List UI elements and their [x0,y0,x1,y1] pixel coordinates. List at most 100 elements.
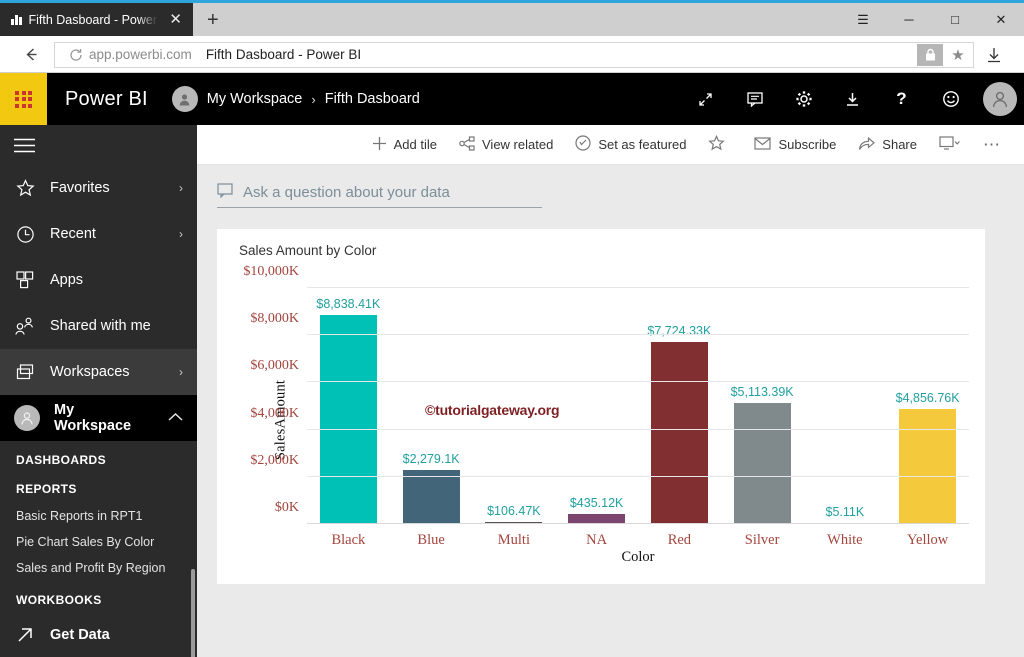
powerbi-header: Power BI My Workspace › Fifth Dasboard [0,73,1024,125]
settings-gear-icon[interactable] [779,73,828,125]
display-options-button[interactable] [928,125,972,165]
add-tile-button[interactable]: Add tile [361,125,448,165]
browser-tab[interactable]: Fifth Dasboard - Power BI ✕ [0,3,193,36]
window-close-icon[interactable]: ✕ [978,3,1024,36]
sidebar-item-apps[interactable]: Apps [0,257,197,303]
bar-column[interactable]: $5.11KWhite [804,288,887,524]
arrow-up-right-icon [14,626,36,644]
download-icon[interactable] [828,73,877,125]
tree-item-report[interactable]: Basic Reports in RPT1 [0,503,197,529]
maximize-icon[interactable]: □ [932,3,978,36]
toolbar-label: View related [482,137,553,152]
sidebar-item-shared-with-me[interactable]: Shared with me [0,303,197,349]
breadcrumb-dashboard[interactable]: Fifth Dasboard [325,91,420,107]
tile-title: Sales Amount by Color [229,243,969,258]
bar[interactable]: $5,113.39KSilver [734,403,791,524]
chat-bubble-icon [217,183,234,202]
breadcrumb-separator: › [311,92,315,107]
bar-column[interactable]: $4,856.76KYellow [886,288,969,524]
x-axis-tick: Multi [498,532,530,549]
help-icon[interactable]: ? [877,73,926,125]
sidebar-item-recent[interactable]: Recent › [0,211,197,257]
tree-section-reports[interactable]: REPORTS [0,474,197,503]
favorite-star-icon[interactable]: ★ [943,44,973,66]
breadcrumb: My Workspace › Fifth Dasboard [172,86,420,112]
share-button[interactable]: Share [847,125,928,165]
x-axis-tick: Black [331,532,365,549]
get-data-button[interactable]: Get Data [0,613,197,657]
tab-strip: Fifth Dasboard - Power BI ✕ + ☰ ─ □ ✕ [0,3,1024,36]
set-as-featured-button[interactable]: Set as featured [564,125,697,165]
bar-value-label: $106.47K [487,504,541,518]
sidebar-item-my-workspace[interactable]: My Workspace [0,395,197,441]
comment-icon[interactable] [730,73,779,125]
chevron-up-icon [168,411,183,425]
bar-column[interactable]: $8,838.41KBlack [307,288,390,524]
view-related-button[interactable]: View related [448,125,564,165]
sidebar-toggle-hamburger-icon[interactable] [0,125,197,165]
bar[interactable]: $7,724.33KRed [651,342,708,524]
get-data-label: Get Data [50,627,197,643]
favorite-button[interactable] [697,125,743,165]
bar-value-label: $2,279.1K [403,452,460,466]
bar[interactable]: $4,856.76KYellow [899,409,956,524]
powerbi-app: Power BI My Workspace › Fifth Dasboard [0,73,1024,657]
address-bar[interactable]: app.powerbi.com Fifth Dasboard - Power B… [54,42,974,68]
subscribe-button[interactable]: Subscribe [743,125,847,165]
back-button[interactable] [14,40,48,70]
y-axis-tick: $2,000K [250,453,299,469]
minimize-icon[interactable]: ─ [886,3,932,36]
app-launcher-waffle-icon[interactable] [0,73,47,125]
gridline: $10,000K [307,287,969,288]
mail-icon [754,137,771,153]
user-avatar[interactable] [975,73,1024,125]
bar-column[interactable]: $7,724.33KRed [638,288,721,524]
refresh-icon[interactable] [63,44,89,66]
bar-value-label: $435.12K [570,496,624,510]
sidebar-label: Recent [50,226,165,242]
sidebar-item-favorites[interactable]: Favorites › [0,165,197,211]
share-icon [858,136,875,154]
tree-section-workbooks[interactable]: WORKBOOKS [0,581,197,613]
download-icon[interactable] [974,46,1014,64]
navigation-bar: app.powerbi.com Fifth Dasboard - Power B… [0,36,1024,73]
browser-window: Fifth Dasboard - Power BI ✕ + ☰ ─ □ ✕ ap… [0,0,1024,657]
browser-menu-icon[interactable]: ☰ [840,3,886,36]
bar-value-label: $5.11K [826,505,865,519]
clock-icon [14,225,36,244]
header-actions: ? [681,73,1024,125]
address-page-title: Fifth Dasboard - Power BI [206,47,361,62]
plus-icon [372,136,387,154]
workspaces-icon [14,364,36,381]
chevron-right-icon: › [179,365,183,379]
dashboard-canvas: Ask a question about your data Sales Amo… [197,165,1024,657]
bar-column[interactable]: $435.12KNA [555,288,638,524]
more-options-button[interactable]: ⋯ [972,125,1012,165]
watermark: ©tutorialgateway.org [425,402,559,418]
sidebar-item-workspaces[interactable]: Workspaces › [0,349,197,395]
bar-value-label: $8,838.41K [316,297,380,311]
x-axis-tick: Blue [417,532,444,549]
star-icon [708,135,725,155]
workspace-avatar-icon [172,86,198,112]
tree-section-dashboards[interactable]: DASHBOARDS [0,445,197,474]
sidebar-scrollbar[interactable] [191,569,195,657]
feedback-smiley-icon[interactable] [926,73,975,125]
tree-item-report[interactable]: Pie Chart Sales By Color [0,529,197,555]
ask-question-input[interactable]: Ask a question about your data [217,183,542,208]
bar-column[interactable]: $5,113.39KSilver [721,288,804,524]
breadcrumb-workspace[interactable]: My Workspace [207,91,303,107]
powerbi-brand[interactable]: Power BI [65,88,148,111]
display-icon [939,136,961,153]
lock-icon[interactable] [917,44,943,66]
avatar-icon [14,405,40,431]
dashboard-tile-sales-amount-by-color[interactable]: Sales Amount by Color SalesAmount $8,838… [217,229,985,584]
y-axis-tick: $0K [275,500,299,516]
fullscreen-icon[interactable] [681,73,730,125]
tree-item-report[interactable]: Sales and Profit By Region [0,555,197,581]
bar[interactable]: $8,838.41KBlack [320,315,377,524]
new-tab-button[interactable]: + [193,9,233,32]
bar[interactable]: $2,279.1KBlue [403,470,460,524]
bar-chart-icon [11,14,22,25]
close-icon[interactable]: ✕ [166,12,185,27]
